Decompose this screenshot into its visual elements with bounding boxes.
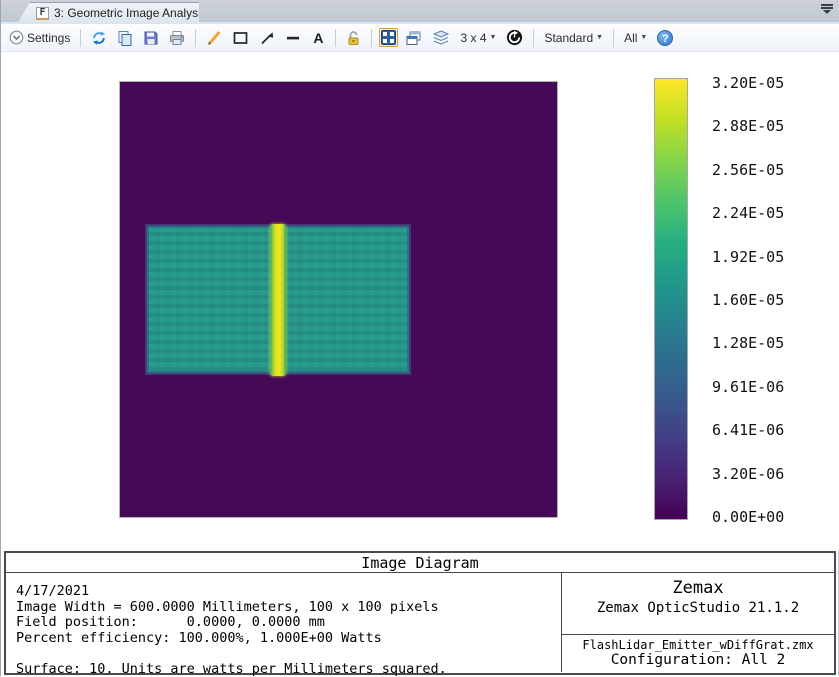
save-icon (143, 30, 159, 46)
draw-rectangle-tool-button[interactable] (229, 28, 252, 48)
colorbar-label: 1.92E-05 (712, 249, 807, 265)
tab-title: 3: Geometric Image Analysis (54, 6, 207, 20)
info-line: Image Width = 600.0000 Millimeters, 100 … (16, 600, 561, 616)
refresh-button[interactable] (88, 28, 110, 48)
tab-geometric-image-analysis[interactable]: F 3: Geometric Image Analysis × (17, 2, 199, 24)
info-line: Percent efficiency: 100.000%, 1.000E+00 … (16, 631, 561, 647)
colorbar (654, 78, 688, 520)
standard-dropdown[interactable]: Standard ▼ (541, 29, 606, 47)
toolbar-separator (80, 29, 81, 47)
lens-file-name: FlashLidar_Emitter_wDiffGrat.zmx (562, 638, 834, 652)
save-button[interactable] (140, 28, 162, 48)
colorbar-label: 2.24E-05 (712, 205, 807, 221)
chevron-down-icon: ▼ (640, 34, 647, 41)
footer-panel: Image Diagram 4/17/2021Image Width = 600… (4, 551, 836, 675)
colorbar-label: 9.61E-06 (712, 379, 807, 395)
colorbar-label: 6.41E-06 (712, 422, 807, 438)
colorbar-label: 1.28E-05 (712, 335, 807, 351)
horizontal-line-icon (285, 30, 301, 46)
footer-lines: 4/17/2021Image Width = 600.0000 Millimet… (6, 573, 561, 672)
chevron-down-icon: ▼ (490, 34, 497, 41)
refresh-icon (91, 30, 107, 46)
configuration-label: Configuration: All 2 (562, 652, 834, 669)
info-line: 4/17/2021 (16, 584, 561, 600)
draw-text-tool-button[interactable]: A (308, 29, 328, 47)
print-button[interactable] (166, 28, 188, 48)
lock-button[interactable] (343, 28, 364, 48)
draw-arrow-tool-button[interactable] (256, 28, 278, 48)
duplicate-window-button[interactable] (402, 28, 425, 48)
toolbar-separator (613, 29, 614, 47)
analysis-canvas: 3.20E-05 2.88E-05 2.56E-05 2.24E-05 1.92E-05… (1, 52, 839, 551)
info-line: Field position: 0.0000, 0.0000 mm (16, 615, 561, 631)
chevron-down-icon: ▼ (596, 34, 603, 41)
draw-hline-tool-button[interactable] (282, 28, 304, 48)
colorbar-label: 3.20E-06 (712, 466, 807, 482)
fit-window-icon (381, 30, 396, 45)
copy-button[interactable] (114, 28, 136, 48)
colorbar-label: 2.88E-05 (712, 118, 807, 134)
grid-size-dropdown[interactable]: 3 x 4 ▼ (457, 29, 499, 47)
fit-window-button-active[interactable] (379, 28, 398, 47)
colorbar-label: 2.56E-05 (712, 162, 807, 178)
chevron-down-circle-icon (9, 30, 24, 45)
pencil-icon (206, 30, 222, 46)
print-icon (169, 30, 185, 46)
settings-button[interactable]: Settings (6, 28, 73, 47)
duplicate-window-icon (405, 30, 422, 46)
colorbar-label: 0.00E+00 (712, 509, 807, 525)
layers-button[interactable] (429, 28, 453, 48)
beam-hotspot-stripe (270, 224, 286, 376)
toolbar-separator (195, 29, 196, 47)
footer-title: Image Diagram (6, 553, 834, 573)
rectangle-icon (232, 30, 249, 46)
grid-size-label: 3 x 4 (460, 31, 486, 45)
colorbar-label: 3.20E-05 (712, 75, 807, 91)
tab-bar: F 3: Geometric Image Analysis × (1, 0, 839, 24)
lock-icon (346, 30, 361, 46)
toolbar-separator (533, 29, 534, 47)
brand-product: Zemax OpticStudio 21.1.2 (562, 599, 834, 617)
info-line (16, 646, 561, 662)
file-cell: FlashLidar_Emitter_wDiffGrat.zmx Configu… (562, 635, 834, 672)
tab-close-icon[interactable]: × (214, 6, 222, 21)
info-line: Surface: 10. Units are watts per Millime… (16, 662, 561, 677)
standard-label: Standard (544, 31, 593, 45)
layers-icon (432, 30, 450, 46)
arrow-icon (259, 30, 275, 46)
draw-line-tool-button[interactable] (203, 28, 225, 48)
analysis-window-icon: F (36, 7, 49, 20)
brand-cell: Zemax Zemax OpticStudio 21.1.2 (562, 573, 834, 635)
all-dropdown[interactable]: All ▼ (621, 29, 650, 47)
help-icon: ? (657, 30, 673, 46)
all-label: All (624, 31, 637, 45)
auto-update-button[interactable] (503, 27, 526, 48)
toolbar-separator (371, 29, 372, 47)
colorbar-label: 1.60E-05 (712, 292, 807, 308)
toolbar-separator (335, 29, 336, 47)
text-tool-icon: A (311, 31, 325, 45)
auto-update-icon (506, 29, 523, 46)
geometric-image-plot (119, 81, 558, 518)
auto-hide-icon[interactable] (821, 4, 833, 16)
brand-name: Zemax (562, 578, 834, 599)
settings-label: Settings (27, 31, 70, 45)
help-button[interactable]: ? (654, 28, 676, 48)
copy-icon (117, 30, 133, 46)
analysis-toolbar: Settings (1, 24, 839, 52)
